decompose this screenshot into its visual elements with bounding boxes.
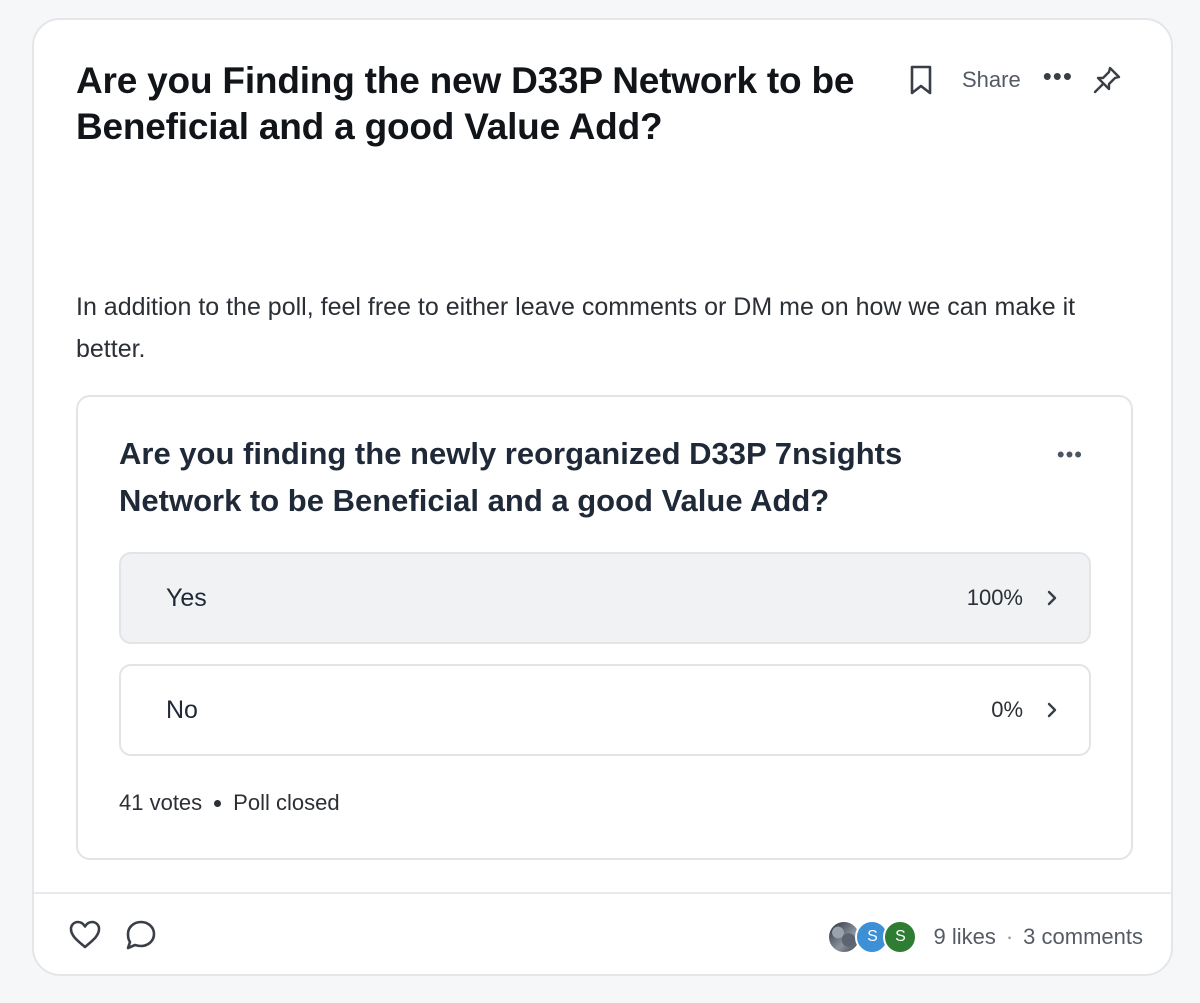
- bookmark-icon[interactable]: [908, 64, 934, 96]
- poll-vote-count: 41 votes: [119, 790, 203, 815]
- post-actions: Share •••: [908, 60, 1123, 100]
- avatar: S: [883, 920, 918, 954]
- comments-count[interactable]: 3 comments: [1023, 924, 1143, 950]
- more-options-icon[interactable]: •••: [1043, 63, 1073, 89]
- heart-icon[interactable]: [68, 919, 102, 951]
- poll-meta: 41 votes Poll closed: [119, 790, 340, 816]
- poll-option-no[interactable]: No 0%: [119, 664, 1091, 756]
- poll-widget: Are you finding the newly reorganized D3…: [76, 395, 1133, 860]
- likes-count[interactable]: 9 likes: [933, 924, 995, 950]
- liker-avatars[interactable]: S S: [827, 920, 918, 954]
- engagement-summary: S S 9 likes · 3 comments: [827, 918, 1143, 956]
- poll-option-label: No: [166, 695, 198, 724]
- poll-menu-icon[interactable]: •••: [1057, 442, 1083, 468]
- bullet-separator: [214, 799, 222, 807]
- poll-option-percent: 100%: [966, 585, 1023, 610]
- footer-divider: [34, 892, 1171, 894]
- separator: ·: [1005, 924, 1014, 949]
- post-card: Are you Finding the new D33P Network to …: [32, 18, 1173, 976]
- reaction-bar: [68, 918, 158, 952]
- poll-option-label: Yes: [166, 583, 207, 612]
- poll-status: Poll closed: [233, 790, 340, 815]
- chevron-right-icon: [1045, 700, 1059, 720]
- poll-option-percent: 0%: [991, 697, 1023, 722]
- comment-icon[interactable]: [124, 918, 158, 952]
- poll-option-yes[interactable]: Yes 100%: [119, 552, 1091, 644]
- pin-icon[interactable]: [1091, 64, 1123, 96]
- poll-question: Are you finding the newly reorganized D3…: [119, 436, 903, 518]
- post-body: In addition to the poll, feel free to ei…: [76, 293, 1076, 363]
- chevron-right-icon: [1045, 588, 1059, 608]
- post-title: Are you Finding the new D33P Network to …: [76, 60, 855, 147]
- share-button[interactable]: Share: [952, 67, 1025, 93]
